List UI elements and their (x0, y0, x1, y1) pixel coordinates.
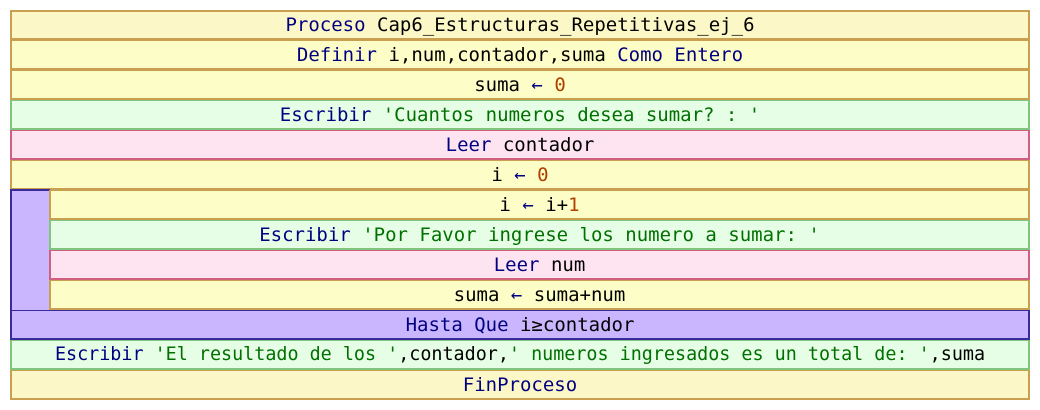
escribir3-keyword: Escribir (54, 344, 144, 365)
hasta-keyword: Hasta Que (405, 313, 509, 336)
definir-type: Como Entero (617, 43, 744, 66)
i-inc-expr: i+ (545, 193, 569, 216)
suma-init-row[interactable]: suma ← 0 (10, 70, 1030, 100)
escribir3-string1: 'El resultado de los ' (154, 344, 399, 365)
leer2-row[interactable]: Leer num (49, 250, 1030, 280)
i-inc-row[interactable]: i ← i+ 1 (49, 190, 1030, 220)
suma-init-value: 0 (554, 73, 566, 96)
finproceso-row[interactable]: FinProceso (10, 370, 1030, 400)
suma-inc-var: suma (453, 283, 500, 306)
proceso-keyword: Proceso (285, 14, 366, 36)
leer1-keyword: Leer (445, 133, 492, 156)
suma-inc-row[interactable]: suma ← suma+num (49, 280, 1030, 310)
escribir2-keyword: Escribir (259, 223, 351, 246)
escribir3-var1: ,contador, (398, 344, 509, 365)
proceso-name: Cap6_Estructuras_Repetitivas_ej_6 (377, 14, 755, 36)
escribir1-text: 'Cuantos numeros desea sumar? : ' (382, 103, 761, 126)
leer2-var: num (550, 253, 586, 276)
suma-init-var: suma (474, 73, 520, 96)
proceso-row[interactable]: Proceso Cap6_Estructuras_Repetitivas_ej_… (10, 10, 1030, 40)
finproceso-keyword: FinProceso (462, 373, 578, 396)
assign-arrow-icon: ← (510, 283, 523, 306)
assign-arrow-icon: ← (531, 73, 543, 96)
suma-inc-expr: suma+num (533, 283, 626, 306)
assign-arrow-icon: ← (514, 163, 526, 186)
escribir1-keyword: Escribir (279, 103, 372, 126)
escribir1-row[interactable]: Escribir 'Cuantos numeros desea sumar? :… (10, 100, 1030, 130)
leer1-row[interactable]: Leer contador (10, 130, 1030, 160)
escribir2-row[interactable]: Escribir 'Por Favor ingrese los numero a… (49, 220, 1030, 250)
i-inc-var: i (499, 193, 511, 216)
escribir3-string2: ' numeros ingresados es un total de: ' (508, 344, 930, 365)
i-init-row[interactable]: i ← 0 (10, 160, 1030, 190)
escribir3-var2: ,suma (929, 344, 986, 365)
hasta-que-row[interactable]: Hasta Que i≥contador (10, 310, 1030, 340)
i-init-var: i (491, 163, 503, 186)
leer1-var: contador (502, 133, 595, 156)
repetir-loop-bar[interactable] (10, 189, 50, 311)
escribir3-row[interactable]: Escribir 'El resultado de los ' ,contador… (10, 340, 1030, 370)
definir-keyword: Definir (296, 43, 377, 66)
definir-vars: i,num,contador,suma (388, 43, 606, 66)
definir-row[interactable]: Definir i,num,contador,suma Como Entero (10, 40, 1030, 70)
assign-arrow-icon: ← (522, 193, 534, 216)
i-init-value: 0 (537, 163, 549, 186)
leer2-keyword: Leer (493, 253, 540, 276)
i-inc-value: 1 (568, 193, 580, 216)
hasta-condition: i≥contador (520, 313, 635, 336)
escribir2-text: 'Por Favor ingrese los numero a sumar: ' (362, 223, 820, 246)
